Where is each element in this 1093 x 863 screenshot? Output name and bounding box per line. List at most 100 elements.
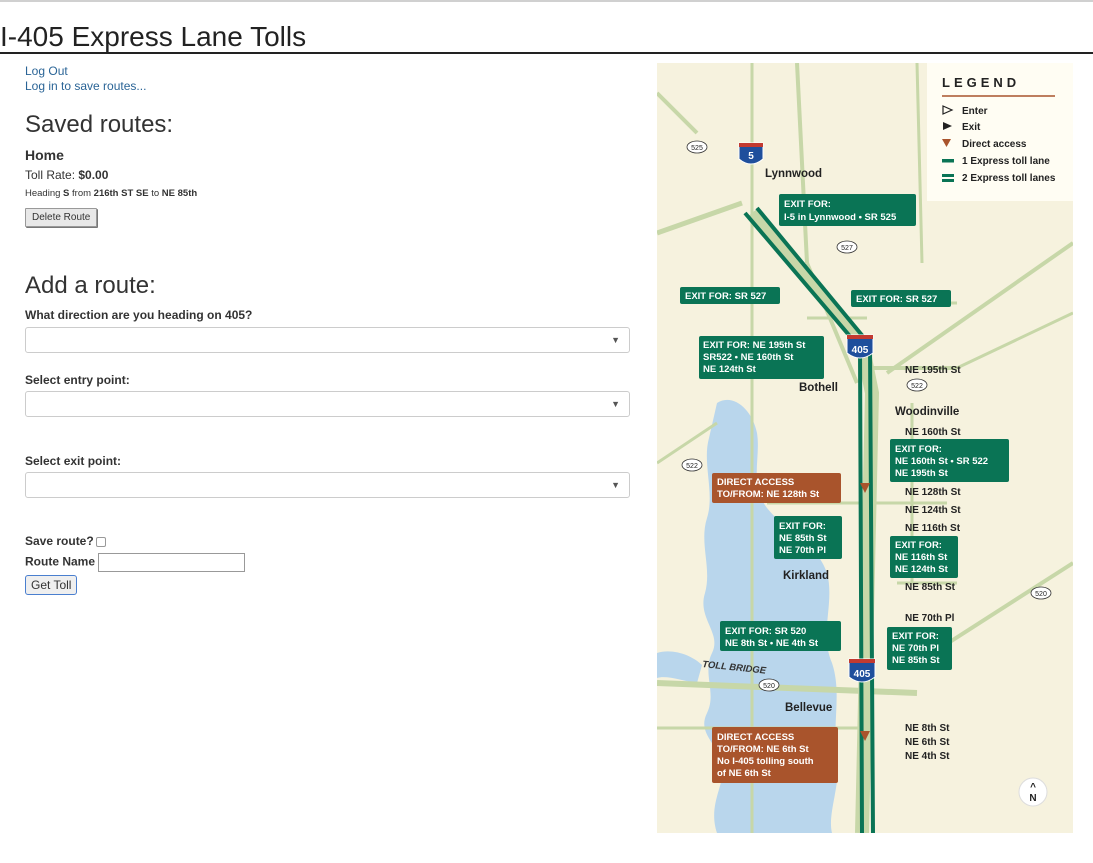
get-toll-button[interactable]: Get Toll [25, 575, 78, 595]
street-ne116: NE 116th St [905, 523, 961, 534]
svg-text:5: 5 [748, 151, 754, 162]
title-divider [0, 52, 1093, 54]
to-word: to [151, 188, 160, 199]
legend-two-lanes: 2 Express toll lanes [962, 173, 1056, 184]
callout-sr520-line2: NE 8th St • NE 4th St [725, 638, 819, 649]
map-drawing: LEGEND Enter Exit Direct access 1 Expres… [657, 63, 1073, 833]
entry-select[interactable]: ▼ [25, 391, 630, 417]
toll-rate-label: Toll Rate: [25, 168, 76, 182]
sr527-label: 527 [841, 245, 853, 252]
callout-ne195-line3: NE 124th St [703, 364, 757, 375]
top-border [0, 0, 1093, 2]
route-name-row: Route Name [25, 553, 246, 572]
direction-select[interactable]: ▼ [25, 327, 630, 353]
city-woodinville: Woodinville [895, 406, 959, 418]
route-name-input[interactable] [98, 553, 246, 572]
heading-word: Heading [25, 188, 61, 199]
callout-sr520-line1: EXIT FOR: SR 520 [725, 626, 806, 637]
callout-ne85-line1: EXIT FOR: [779, 521, 826, 532]
callout-ne85-line3: NE 70th Pl [779, 545, 826, 556]
callout-ne116-line1: EXIT FOR: [895, 540, 942, 551]
street-ne160: NE 160th St [905, 427, 961, 438]
sr525-label: 525 [691, 145, 703, 152]
left-panel: Log Out Log in to save routes... Saved r… [25, 64, 635, 595]
logout-link[interactable]: Log Out [25, 64, 635, 79]
exit-select[interactable]: ▼ [25, 472, 630, 498]
save-route-label: Save route? [25, 534, 94, 548]
route-name-label: Route Name [25, 554, 96, 569]
street-ne6: NE 6th St [905, 737, 950, 748]
toll-map: LEGEND Enter Exit Direct access 1 Expres… [657, 63, 1073, 833]
street-ne124: NE 124th St [905, 505, 961, 516]
save-route-checkbox[interactable] [95, 536, 106, 547]
legend-direct: Direct access [962, 139, 1027, 150]
sr522-label-a: 522 [911, 383, 923, 390]
street-ne85: NE 85th St [905, 582, 956, 593]
callout-exit-i5-line1: EXIT FOR: [784, 199, 831, 210]
chevron-down-icon: ▼ [611, 480, 620, 490]
callout-exit-i5-line2: I-5 in Lynnwood • SR 525 [784, 212, 897, 223]
lake-inlet [657, 651, 702, 683]
svg-text:^: ^ [1030, 782, 1036, 793]
heading-direction: S [63, 188, 70, 199]
route-from: 216th ST SE [93, 188, 149, 199]
legend-one-lane: 1 Express toll lane [962, 156, 1050, 167]
i405-shield-bottom: 405 [848, 658, 876, 683]
callout-direct6-line2: TO/FROM: NE 6th St [717, 744, 809, 755]
street-ne8: NE 8th St [905, 723, 950, 734]
legend-title: LEGEND [942, 75, 1020, 90]
callout-sr527-right: EXIT FOR: SR 527 [856, 294, 937, 305]
toll-rate-value: $0.00 [78, 168, 109, 182]
legend-exit: Exit [962, 122, 981, 133]
legend-enter: Enter [962, 106, 988, 117]
city-bothell: Bothell [799, 382, 838, 394]
svg-text:405: 405 [852, 345, 869, 356]
route-heading-info: Heading S from 216th ST SE to NE 85th [25, 188, 197, 199]
sr522-label-b: 522 [686, 463, 698, 470]
callout-ne160-line1: EXIT FOR: [895, 444, 942, 455]
saved-routes-heading: Saved routes: [25, 111, 174, 138]
callout-direct6-line1: DIRECT ACCESS [717, 732, 794, 743]
city-kirkland: Kirkland [783, 570, 829, 582]
callout-ne116-line3: NE 124th St [895, 564, 949, 575]
callout-direct6-line4: of NE 6th St [717, 768, 772, 779]
street-ne195: NE 195th St [905, 365, 961, 376]
sr520-label-b: 520 [1035, 591, 1047, 598]
save-route-row: Save route? [25, 534, 106, 548]
toll-rate: Toll Rate: $0.00 [25, 168, 197, 182]
svg-text:405: 405 [854, 669, 871, 680]
callout-direct6-line3: No I-405 tolling south [717, 756, 814, 767]
callout-ne70-line1: EXIT FOR: [892, 631, 939, 642]
city-bellevue: Bellevue [785, 702, 832, 714]
direction-label: What direction are you heading on 405? [25, 308, 253, 322]
callout-ne160-line3: NE 195th St [895, 468, 949, 479]
street-ne70: NE 70th Pl [905, 613, 955, 624]
street-ne128: NE 128th St [905, 487, 961, 498]
two-lane-icon [942, 174, 954, 177]
chevron-down-icon: ▼ [611, 399, 620, 409]
from-word: from [72, 188, 92, 199]
callout-direct128-line1: DIRECT ACCESS [717, 477, 794, 488]
i405-shield-top: 405 [846, 334, 874, 359]
north-label: N [1029, 793, 1036, 804]
city-lynnwood: Lynnwood [765, 168, 822, 180]
delete-route-button[interactable]: Delete Route [25, 208, 98, 227]
saved-route-home: Home Toll Rate: $0.00 Heading S from 216… [25, 147, 197, 227]
one-lane-icon [942, 159, 954, 163]
sr520-label-a: 520 [763, 683, 775, 690]
route-to: NE 85th [161, 188, 198, 199]
chevron-down-icon: ▼ [611, 335, 620, 345]
callout-direct128-line2: TO/FROM: NE 128th St [717, 489, 820, 500]
saved-route-name: Home [25, 147, 64, 163]
callout-ne70-line3: NE 85th St [892, 655, 940, 666]
exit-label: Select exit point: [25, 454, 122, 468]
callout-ne160-line2: NE 160th St • SR 522 [895, 456, 988, 467]
callout-ne70-line2: NE 70th Pl [892, 643, 939, 654]
street-ne4: NE 4th St [905, 751, 950, 762]
callout-ne85-line2: NE 85th St [779, 533, 827, 544]
i5-shield: 5 [738, 142, 764, 165]
login-save-link[interactable]: Log in to save routes... [25, 79, 635, 94]
entry-label: Select entry point: [25, 373, 130, 387]
page-title: I-405 Express Lane Tolls [0, 21, 307, 52]
add-route-heading: Add a route: [25, 272, 156, 299]
